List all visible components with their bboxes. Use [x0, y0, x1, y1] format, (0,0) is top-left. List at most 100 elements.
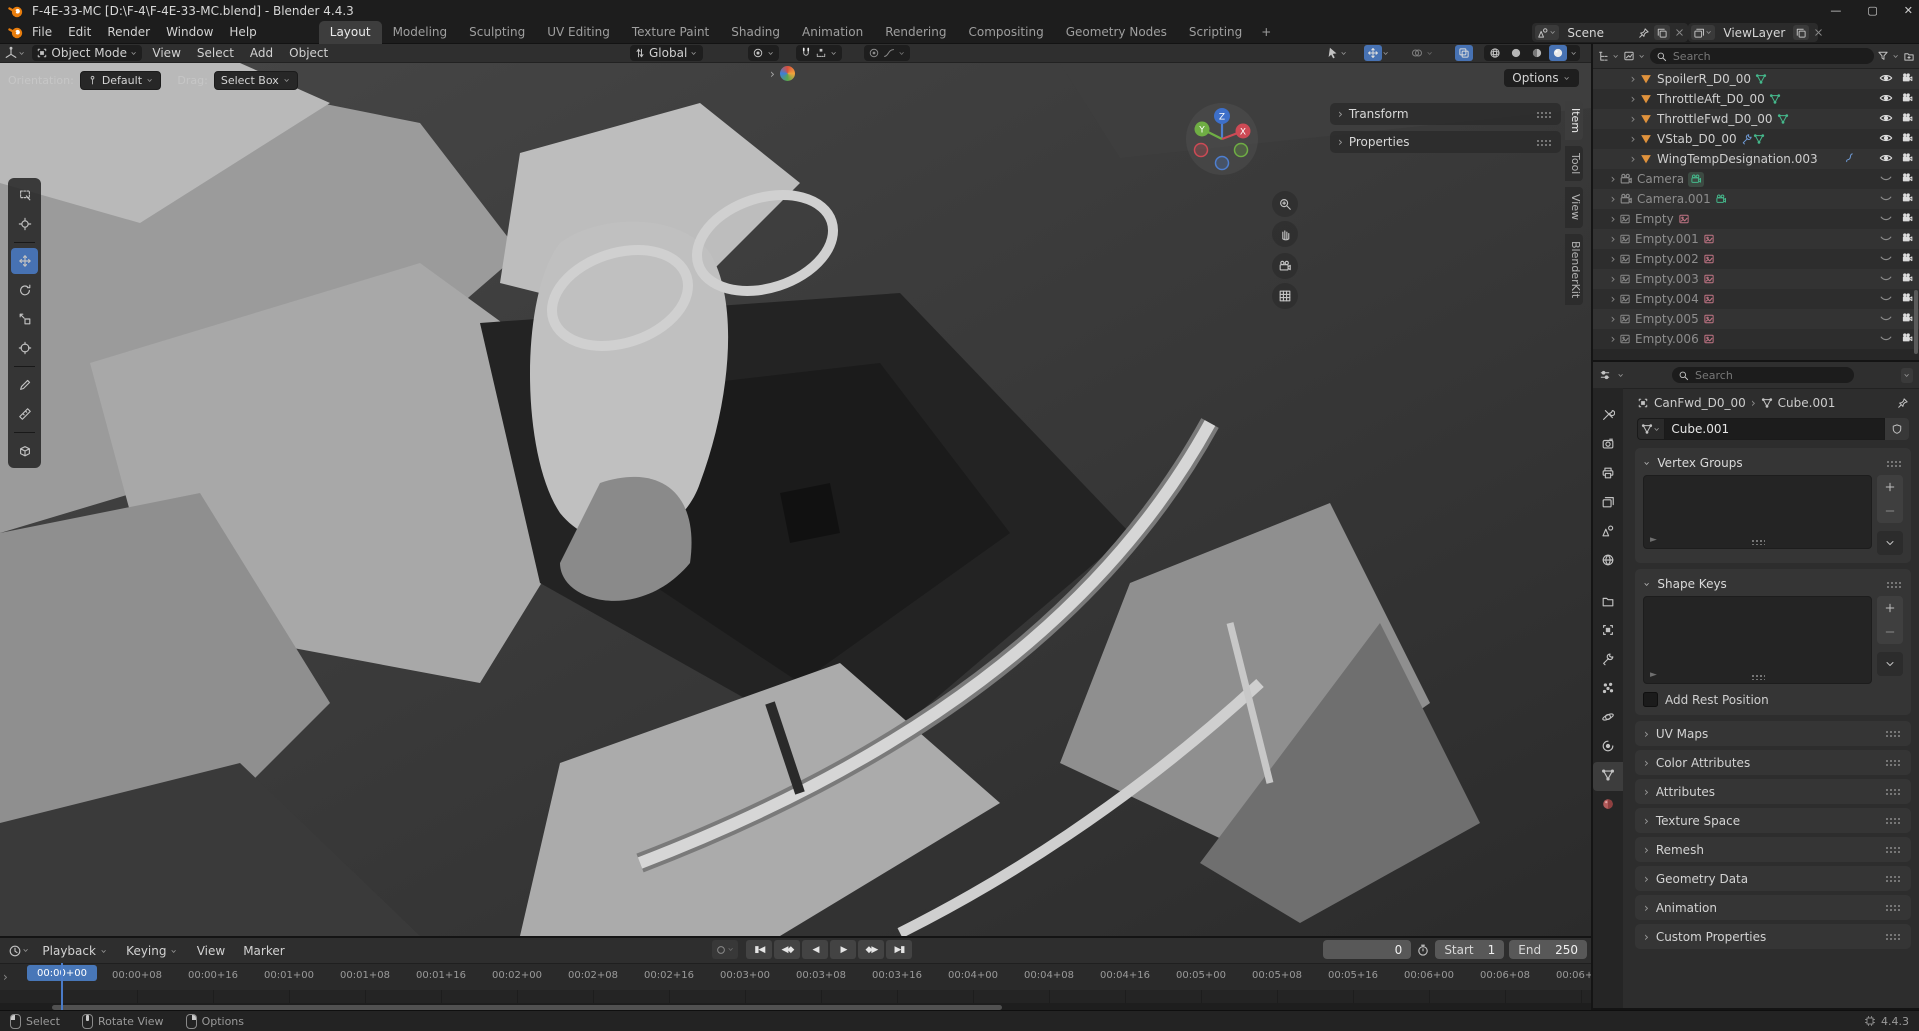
menu-file[interactable]: File — [24, 25, 60, 39]
panel-grip[interactable] — [1885, 817, 1902, 824]
shading-solid-button[interactable] — [1507, 45, 1525, 61]
tab-uv-editing[interactable]: UV Editing — [536, 21, 621, 44]
datablock-type-dropdown[interactable]: › — [1637, 418, 1665, 440]
hide-toggle[interactable] — [1879, 231, 1893, 248]
transform-orientation-dropdown[interactable]: Global › — [630, 45, 703, 61]
expand-arrow[interactable]: › — [1627, 72, 1639, 86]
panel-custom-properties[interactable]: › Custom Properties — [1635, 924, 1911, 949]
channel-expand-arrow[interactable]: › — [3, 970, 8, 984]
render-visibility-toggle[interactable] — [1901, 172, 1913, 187]
panel-attributes[interactable]: › Attributes — [1635, 779, 1911, 804]
outliner-search[interactable] — [1649, 48, 1874, 64]
tab-modeling[interactable]: Modeling — [382, 21, 459, 44]
panel-grip[interactable] — [1885, 904, 1902, 911]
properties-tab-scene[interactable] — [1593, 518, 1623, 547]
render-visibility-toggle[interactable] — [1901, 192, 1913, 207]
panel-color-attributes[interactable]: › Color Attributes — [1635, 750, 1911, 775]
maximize-button[interactable]: ▢ — [1867, 4, 1877, 17]
menu-edit[interactable]: Edit — [60, 25, 99, 39]
expand-arrow[interactable]: › — [1627, 92, 1639, 106]
zoom-button[interactable] — [1272, 191, 1298, 217]
close-button[interactable]: ✕ — [1904, 4, 1913, 17]
outliner-row[interactable]: › Empty.002 — [1593, 249, 1919, 269]
tab-compositing[interactable]: Compositing — [957, 21, 1054, 44]
timeline-tracks[interactable] — [0, 990, 1591, 1003]
prev-keyframe-button[interactable]: ◀◆ — [774, 940, 801, 959]
panel-uv-maps[interactable]: › UV Maps — [1635, 721, 1911, 746]
render-visibility-toggle[interactable] — [1901, 332, 1913, 347]
current-frame-field[interactable]: 0 — [1323, 940, 1412, 959]
hide-toggle[interactable] — [1879, 151, 1893, 168]
panel-grip[interactable] — [1885, 759, 1902, 766]
outliner-row[interactable]: › ThrottleAft_D0_00 — [1593, 89, 1919, 109]
tab-rendering[interactable]: Rendering — [874, 21, 957, 44]
panel-geometry-data[interactable]: › Geometry Data — [1635, 866, 1911, 891]
properties-tab-view-layer[interactable] — [1593, 489, 1623, 518]
tab-sculpting[interactable]: Sculpting — [458, 21, 536, 44]
outliner-row[interactable]: › Camera — [1593, 169, 1919, 189]
tab-layout[interactable]: Layout — [318, 20, 382, 44]
properties-tab-world[interactable] — [1593, 547, 1623, 576]
panel-animation[interactable]: › Animation — [1635, 895, 1911, 920]
auto-keying-button[interactable]: › — [712, 940, 739, 959]
vertex-groups-header[interactable]: › Vertex Groups — [1641, 453, 1903, 473]
end-frame-field[interactable]: End 250 — [1509, 940, 1587, 959]
expand-arrow[interactable]: › — [1607, 232, 1619, 246]
hide-toggle[interactable] — [1879, 111, 1893, 128]
expand-arrow[interactable]: › — [1607, 252, 1619, 266]
menu-help[interactable]: Help — [221, 25, 264, 39]
sidebar-tab-blenderkit[interactable]: BlenderKit — [1565, 233, 1583, 305]
panel-grip[interactable] — [1536, 138, 1553, 146]
add-vertex-group-button[interactable] — [1877, 475, 1903, 499]
expand-arrow[interactable]: › — [1627, 152, 1639, 166]
hide-toggle[interactable] — [1879, 311, 1893, 328]
properties-options-button[interactable]: › — [1900, 367, 1913, 383]
render-visibility-toggle[interactable] — [1901, 232, 1913, 247]
tool-annotate-button[interactable] — [11, 372, 38, 398]
properties-editor-icon[interactable] — [1599, 369, 1611, 381]
expand-arrow[interactable]: › — [1607, 312, 1619, 326]
outliner-search-input[interactable] — [1670, 48, 1868, 64]
add-rest-position-checkbox[interactable] — [1643, 692, 1658, 707]
properties-tab-material[interactable] — [1593, 791, 1623, 820]
render-visibility-toggle[interactable] — [1901, 292, 1913, 307]
3d-viewport[interactable]: Orientation: Default › Drag: Select Box › … — [0, 63, 1591, 936]
pin-icon[interactable] — [1897, 397, 1909, 409]
hide-toggle[interactable] — [1879, 271, 1893, 288]
pan-button[interactable] — [1272, 221, 1298, 247]
properties-tab-object[interactable] — [1593, 617, 1623, 646]
render-visibility-toggle[interactable] — [1901, 252, 1913, 267]
tab-scripting[interactable]: Scripting — [1178, 21, 1253, 44]
properties-tab-constraints[interactable] — [1593, 733, 1623, 762]
fake-user-button[interactable] — [1885, 418, 1909, 440]
properties-search-input[interactable] — [1693, 367, 1848, 383]
panel-grip[interactable] — [1886, 459, 1903, 467]
proportional-editing-controls[interactable]: › — [864, 45, 911, 61]
render-visibility-toggle[interactable] — [1901, 152, 1913, 167]
outliner-row[interactable]: › ThrottleFwd_D0_00 — [1593, 109, 1919, 129]
render-visibility-toggle[interactable] — [1901, 72, 1913, 87]
expand-arrow[interactable]: › — [1627, 112, 1639, 126]
navigation-gizmo[interactable]: Z Y X — [1186, 103, 1258, 175]
playhead[interactable] — [61, 963, 63, 1010]
remove-icon[interactable] — [1813, 27, 1824, 38]
viewport-menu-view[interactable]: View — [144, 46, 188, 60]
drag-option-dropdown[interactable]: Select Box › — [213, 71, 299, 90]
expand-arrow[interactable]: › — [1607, 212, 1619, 226]
panel-grip[interactable] — [1536, 110, 1553, 118]
sidebar-tab-tool[interactable]: Tool — [1565, 146, 1583, 182]
hide-toggle[interactable] — [1879, 191, 1893, 208]
pivot-point-dropdown[interactable]: › — [748, 45, 780, 61]
new-collection-icon[interactable] — [1903, 50, 1915, 62]
outliner-row[interactable]: › Empty.006 — [1593, 329, 1919, 349]
outliner-editor-icon[interactable] — [1597, 50, 1609, 62]
tab-animation[interactable]: Animation — [791, 21, 874, 44]
start-frame-field[interactable]: Start 1 — [1435, 940, 1505, 959]
expand-arrow[interactable]: › — [1607, 192, 1619, 206]
hide-toggle[interactable] — [1879, 131, 1893, 148]
properties-tab-output[interactable] — [1593, 460, 1623, 489]
breadcrumb-object[interactable]: CanFwd_D0_00 — [1654, 396, 1746, 410]
jump-start-button[interactable]: ▮◀ — [746, 940, 773, 959]
sidebar-tab-view[interactable]: View — [1565, 187, 1583, 228]
shading-material-button[interactable] — [1528, 45, 1546, 61]
